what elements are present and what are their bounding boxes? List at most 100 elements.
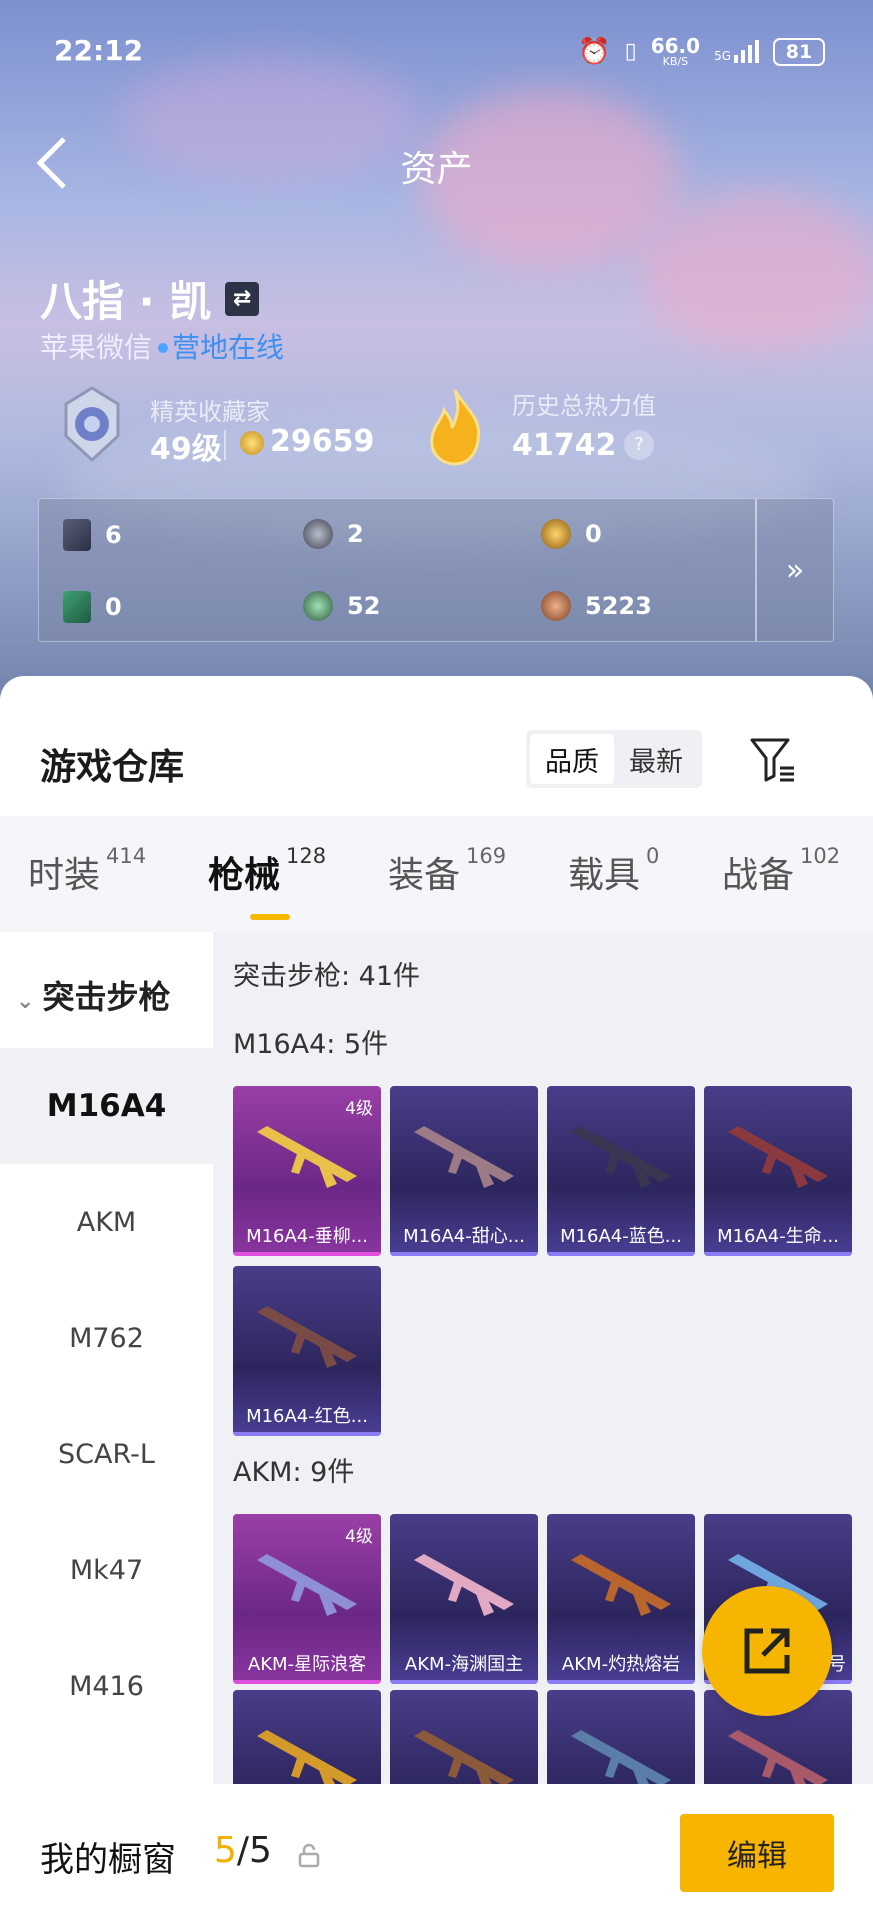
weapon-grid: 突击步枪: 41件 M16A4: 5件 4级 M16A4-垂柳... M16A4… — [213, 932, 873, 1920]
help-icon[interactable]: ? — [624, 430, 654, 460]
resource-panel[interactable]: 6 2 0 0 52 5223 » — [38, 498, 834, 642]
sidebar-item-m16a4[interactable]: M16A4 — [0, 1048, 213, 1164]
tab-label: 装备 — [388, 855, 461, 896]
battery-icon: 81 — [773, 37, 825, 66]
resources-more-button[interactable]: » — [755, 499, 833, 641]
alarm-icon: ⏰ — [578, 36, 611, 67]
tab-guns[interactable]: 枪械 128 — [208, 844, 326, 898]
resource-value: 52 — [347, 592, 381, 620]
card-label: M16A4-红色... — [246, 1406, 368, 1427]
rarity-bar — [547, 1680, 695, 1684]
sort-latest-button[interactable]: 最新 — [614, 734, 698, 784]
coin-balance: 29659 — [240, 424, 374, 459]
resource-gold: 0 — [541, 519, 602, 549]
category-summary: 突击步枪: 41件 — [233, 961, 421, 992]
card-label: M16A4-蓝色... — [560, 1226, 682, 1247]
tab-count: 414 — [106, 844, 147, 868]
rifle-icon — [571, 1554, 671, 1616]
hero-background: 22:12 ⏰ ▯ 66.0 KB/S 5G 81 资产 八指 · 凯 ⇄ 苹果… — [0, 0, 873, 720]
tab-label: 时装 — [28, 855, 101, 896]
share-button[interactable] — [702, 1586, 832, 1716]
showcase-bar: 我的橱窗 5/5 编辑 — [0, 1784, 873, 1920]
weapon-card[interactable]: AKM-灼热熔岩 — [547, 1514, 695, 1684]
tab-supplies[interactable]: 战备 102 — [722, 844, 841, 898]
collector-title: 精英收藏家 — [150, 398, 270, 426]
green-coin-icon — [303, 591, 333, 621]
sidebar-item-mk47[interactable]: Mk47 — [0, 1512, 213, 1628]
resource-green-coin: 52 — [303, 591, 380, 621]
rarity-bar — [233, 1680, 381, 1684]
sidebar-item-m762[interactable]: M762 — [0, 1280, 213, 1396]
filter-icon[interactable] — [748, 734, 798, 784]
weapon-card[interactable]: M16A4-甜心... — [390, 1086, 538, 1256]
battery-level: 81 — [785, 40, 813, 63]
showcase-count: 5/5 — [214, 1830, 272, 1871]
player-platform-row: 苹果微信 营地在线 — [40, 326, 284, 366]
page-title: 资产 — [400, 149, 473, 190]
net-speed-value: 66.0 — [650, 34, 701, 58]
vibrate-icon: ▯ — [624, 39, 637, 64]
resource-value: 2 — [347, 520, 364, 548]
net-speed-unit: KB/S — [662, 55, 689, 68]
signal-type: 5G — [714, 49, 731, 63]
heat-label: 历史总热力值 — [512, 392, 656, 420]
share-icon — [744, 1628, 790, 1674]
tab-fashion[interactable]: 时装 414 — [28, 844, 147, 898]
sidebar-item-scar-l[interactable]: SCAR-L — [0, 1396, 213, 1512]
tab-label: 载具 — [568, 855, 641, 896]
tab-count: 0 — [646, 844, 660, 868]
resource-value: 0 — [585, 520, 602, 548]
bronze-coin-icon — [541, 591, 571, 621]
gold-coin-icon — [541, 519, 571, 549]
card-label: AKM-星际浪客 — [247, 1654, 367, 1675]
resource-value: 0 — [105, 593, 122, 621]
tab-count: 102 — [800, 844, 841, 868]
card-label: AKM-海渊国主 — [404, 1654, 524, 1675]
sort-quality-button[interactable]: 品质 — [530, 734, 614, 784]
sidebar-group-assault-rifle[interactable]: ⌄ 突击步枪 — [16, 972, 170, 1018]
lock-icon — [298, 1843, 320, 1868]
tab-equipment[interactable]: 装备 169 — [388, 844, 507, 898]
rarity-bar — [547, 1252, 695, 1256]
tab-count: 169 — [466, 844, 507, 868]
resource-value: 6 — [105, 521, 122, 549]
weapon-card[interactable]: M16A4-生命... — [704, 1086, 852, 1256]
warehouse-title: 游戏仓库 — [40, 747, 185, 788]
flame-icon — [424, 386, 486, 466]
card-label: M16A4-生命... — [717, 1226, 839, 1247]
weapon-card[interactable]: M16A4-红色... — [233, 1266, 381, 1436]
rarity-bar — [390, 1680, 538, 1684]
weapon-card[interactable]: AKM-海渊国主 — [390, 1514, 538, 1684]
warehouse-sheet: 游戏仓库 品质 最新 时装 414 枪械 128 装备 169 载具 0 战备 102 ⌄… — [0, 676, 873, 1920]
group-label: 突击步枪 — [42, 978, 171, 1016]
net-speed: 66.0 KB/S — [651, 36, 700, 67]
resource-bronze: 5223 — [541, 591, 652, 621]
coin-value: 29659 — [270, 424, 375, 459]
card-label: M16A4-甜心... — [403, 1226, 525, 1247]
sidebar-item-akm[interactable]: AKM — [0, 1164, 213, 1280]
player-name: 八指 · 凯 — [40, 277, 212, 326]
tab-label: 枪械 — [208, 855, 281, 896]
green-card-icon — [63, 591, 91, 623]
card-label: M16A4-垂柳... — [246, 1226, 368, 1247]
weapon-card[interactable]: 4级 AKM-星际浪客 — [233, 1514, 381, 1684]
tab-vehicles[interactable]: 载具 0 — [568, 844, 660, 898]
online-dot-icon — [158, 343, 169, 353]
edit-button[interactable]: 编辑 — [680, 1814, 834, 1892]
status-icons: ⏰ ▯ 66.0 KB/S 5G 81 — [578, 36, 825, 67]
rarity-bar — [390, 1252, 538, 1256]
weapon-card[interactable]: 4级 M16A4-垂柳... — [233, 1086, 381, 1256]
coin-icon — [240, 430, 264, 455]
divider — [224, 430, 226, 460]
weapon-card[interactable]: M16A4-蓝色... — [547, 1086, 695, 1256]
rarity-bar — [704, 1252, 852, 1256]
resource-silver: 2 — [303, 519, 364, 549]
rifle-icon — [571, 1126, 671, 1188]
silver-coin-icon — [303, 519, 333, 549]
chevron-down-icon: ⌄ — [16, 989, 35, 1014]
weapon-sidebar: ⌄ 突击步枪 M16A4 AKM M762 SCAR-L Mk47 M416 — [0, 932, 213, 1920]
sidebar-item-m416[interactable]: M416 — [0, 1628, 213, 1744]
switch-account-icon[interactable]: ⇄ — [225, 281, 260, 316]
resource-card: 6 — [63, 519, 122, 551]
showcase-title: 我的橱窗 — [40, 1840, 176, 1880]
